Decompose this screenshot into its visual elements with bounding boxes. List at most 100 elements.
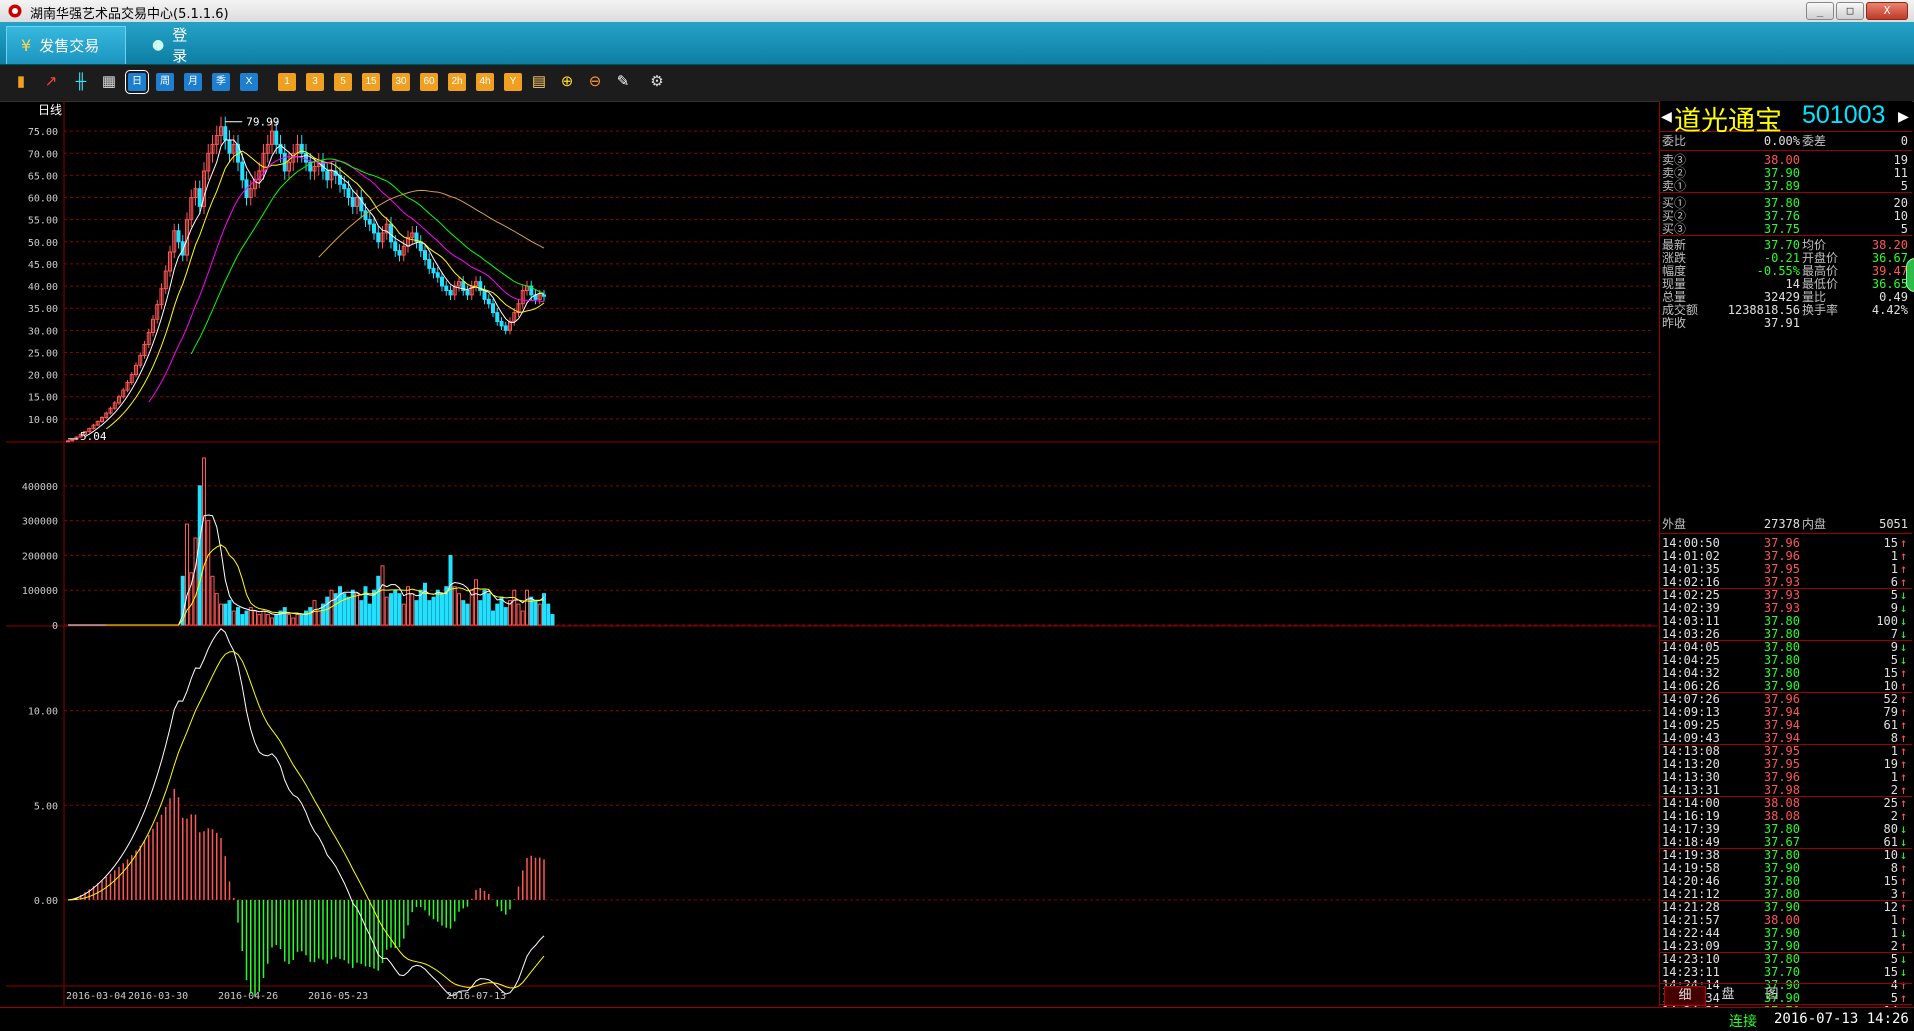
- period-16-button[interactable]: 4h: [476, 73, 494, 91]
- macd-axis-tick: 10.00: [28, 707, 58, 718]
- period-6-button[interactable]: 月: [184, 73, 202, 91]
- tab-detail[interactable]: 细: [1664, 986, 1706, 1006]
- volume-bar: [512, 589, 517, 626]
- price-axis-tick: 40.00: [28, 282, 58, 293]
- volume-bar: [363, 586, 368, 626]
- outer-inner-row: 外盘 27378 内盘 5051: [1662, 517, 1908, 531]
- candle: [372, 223, 376, 234]
- side-badge[interactable]: [1906, 258, 1914, 292]
- tab-login[interactable]: ● 登 录: [138, 26, 238, 65]
- candle: [435, 272, 440, 278]
- tab-issue-trade[interactable]: ¥ 发售交易: [6, 26, 126, 64]
- volume-bar: [223, 603, 228, 626]
- volume-bar: [550, 614, 555, 626]
- stock-code: 501003: [1802, 101, 1886, 129]
- volume-bar: [525, 589, 529, 626]
- period-4-button[interactable]: 日: [125, 70, 149, 94]
- volume-bar: [219, 603, 223, 626]
- volume-bar: [355, 593, 359, 626]
- period-15-button[interactable]: 2h: [448, 73, 466, 91]
- volume-bar: [495, 603, 500, 626]
- volume-bar: [338, 586, 342, 626]
- period-17-button[interactable]: Y: [504, 73, 522, 91]
- maximize-button[interactable]: □: [1836, 2, 1864, 20]
- volume-bar: [325, 596, 330, 626]
- volume-axis-tick: 400000: [22, 482, 58, 493]
- ma-30-line: [190, 158, 545, 355]
- volume-bar: [346, 596, 351, 626]
- pen-icon[interactable]: ✎: [614, 73, 632, 91]
- candle: [350, 197, 355, 207]
- line-chart-icon[interactable]: ↗: [42, 73, 60, 91]
- volume-axis-tick: 0: [52, 621, 58, 632]
- candle: [503, 325, 508, 331]
- candlestick-icon[interactable]: ╫: [72, 73, 90, 91]
- volume-bar: [537, 603, 542, 626]
- period-10-button[interactable]: 3: [306, 73, 324, 91]
- period-11-button[interactable]: 5: [334, 73, 352, 91]
- volume-bar: [214, 593, 219, 626]
- candle: [240, 161, 245, 181]
- volume-bar: [304, 610, 308, 626]
- volume-bar: [461, 600, 466, 626]
- volume-bar: [478, 600, 483, 626]
- tab-chart[interactable]: 图: [1752, 986, 1792, 1004]
- volume-bar: [295, 614, 300, 626]
- volume-bar: [440, 593, 444, 626]
- price-axis-tick: 55.00: [28, 216, 58, 227]
- volume-bar: [227, 600, 232, 626]
- volume-bar: [193, 537, 198, 626]
- volume-ma-5-line: [85, 514, 545, 626]
- volume-bar: [312, 600, 317, 626]
- period-5-button[interactable]: 周: [156, 73, 174, 91]
- zoom-in-icon[interactable]: ⊕: [558, 73, 576, 91]
- kline-chart[interactable]: 日线 75.00 70.00 65.00 60.00 55.00 50.00 45.00 40.…: [6, 101, 1658, 1006]
- volume-bar: [231, 610, 236, 626]
- gear-icon[interactable]: ⚙: [648, 73, 666, 91]
- stock-header: ◀ 道光通宝 501003 ▶: [1660, 101, 1912, 137]
- candle: [393, 241, 398, 252]
- prev-stock-icon[interactable]: ◀: [1661, 106, 1672, 127]
- candle: [491, 303, 495, 314]
- candle: [423, 250, 427, 261]
- candle: [397, 250, 402, 256]
- period-12-button[interactable]: 15: [362, 73, 380, 91]
- stat-row: 昨收 37.91: [1662, 316, 1800, 330]
- volume-bar: [393, 589, 398, 626]
- volume-bar: [197, 485, 202, 626]
- price-axis-tick: 35.00: [28, 304, 58, 315]
- zoom-out-icon[interactable]: ⊖: [586, 73, 604, 91]
- volume-bar: [406, 586, 410, 626]
- price-axis-tick: 75.00: [28, 127, 58, 138]
- volume-bar: [410, 593, 415, 626]
- candle: [542, 294, 546, 297]
- candle: [274, 130, 279, 145]
- period-14-button[interactable]: 60: [420, 73, 438, 91]
- draw-icon[interactable]: ▤: [530, 73, 548, 91]
- volume-bar: [244, 610, 249, 626]
- bar-chart-icon[interactable]: ▮: [12, 73, 30, 91]
- close-button[interactable]: X: [1866, 2, 1908, 20]
- volume-bar: [486, 593, 491, 626]
- volume-bar: [423, 582, 427, 626]
- tab-book[interactable]: 盘: [1708, 986, 1748, 1004]
- minimize-button[interactable]: _: [1806, 2, 1834, 20]
- calendar-icon[interactable]: ▦: [100, 73, 118, 91]
- volume-bar: [452, 586, 457, 626]
- title-bar: 湖南华强艺术品交易中心(5.1.1.6) _ □ X: [0, 0, 1914, 22]
- price-axis-tick: 70.00: [28, 149, 58, 160]
- volume-bar: [350, 589, 355, 626]
- period-9-button[interactable]: 1: [278, 73, 296, 91]
- candle: [465, 289, 470, 296]
- period-7-button[interactable]: 季: [212, 73, 230, 91]
- period-13-button[interactable]: 30: [392, 73, 410, 91]
- period-label: 日线: [38, 103, 62, 117]
- app-logo-icon: [8, 4, 22, 18]
- candle: [223, 126, 228, 141]
- main-nav: ¥ 发售交易 ● 登 录: [0, 22, 1914, 65]
- volume-bar: [202, 457, 206, 626]
- period-8-button[interactable]: X: [240, 73, 258, 91]
- yen-icon: ¥: [21, 36, 32, 55]
- volume-bar: [308, 607, 313, 626]
- next-stock-icon[interactable]: ▶: [1898, 106, 1909, 127]
